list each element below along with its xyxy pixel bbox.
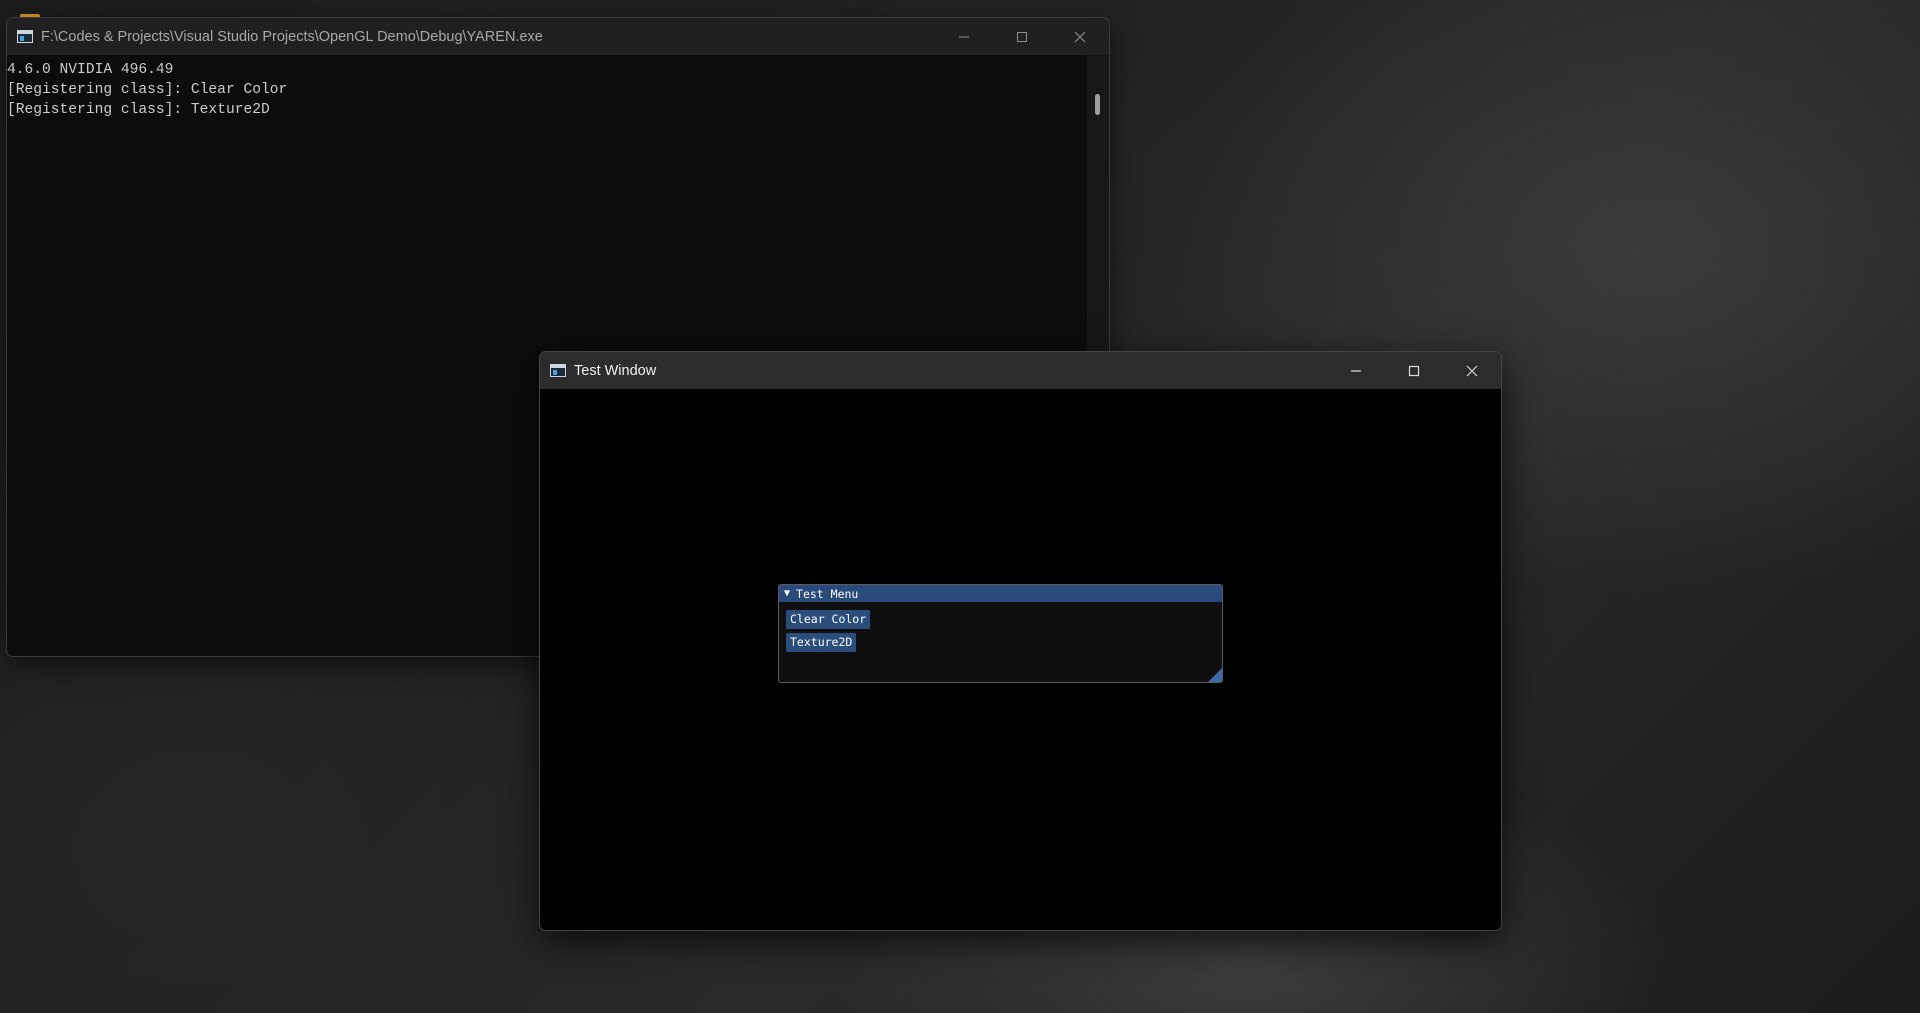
texture2d-button[interactable]: Texture2D: [786, 633, 857, 652]
console-app-icon: [17, 30, 33, 43]
console-window-controls: [935, 18, 1109, 55]
console-line: [Registering class]: Texture2D: [7, 102, 270, 118]
maximize-icon: [1408, 365, 1420, 376]
resize-grip-icon[interactable]: [1208, 668, 1222, 682]
test-window-app-icon: [550, 364, 566, 377]
console-minimize-button[interactable]: [935, 18, 993, 55]
close-icon: [1074, 31, 1086, 42]
test-menu-title: Test Menu: [796, 586, 859, 601]
console-close-button[interactable]: [1051, 18, 1109, 55]
test-menu-body: Clear Color Texture2D: [779, 602, 1222, 664]
maximize-icon: [1017, 31, 1027, 42]
test-maximize-button[interactable]: [1385, 352, 1443, 389]
test-minimize-button[interactable]: [1327, 352, 1385, 389]
clear-color-button[interactable]: Clear Color: [786, 610, 871, 629]
console-line: [Registering class]: Clear Color: [7, 82, 288, 98]
test-menu-header[interactable]: ▼ Test Menu: [779, 585, 1222, 602]
test-window-titlebar[interactable]: Test Window: [540, 352, 1501, 389]
test-menu-panel[interactable]: ▼ Test Menu Clear Color Texture2D: [778, 584, 1223, 683]
test-window-title: Test Window: [574, 362, 657, 379]
test-window-controls: [1327, 352, 1501, 389]
minimize-icon: [1351, 369, 1361, 372]
minimize-icon: [959, 36, 969, 37]
close-icon: [1466, 365, 1478, 376]
console-scroll-thumb[interactable]: [1095, 94, 1100, 115]
test-close-button[interactable]: [1443, 352, 1501, 389]
console-line: 4.6.0 NVIDIA 496.49: [7, 62, 174, 78]
collapse-arrow-icon[interactable]: ▼: [784, 588, 790, 599]
console-titlebar[interactable]: F:\Codes & Projects\Visual Studio Projec…: [7, 18, 1109, 55]
console-window-title: F:\Codes & Projects\Visual Studio Projec…: [41, 28, 543, 45]
console-maximize-button[interactable]: [993, 18, 1051, 55]
